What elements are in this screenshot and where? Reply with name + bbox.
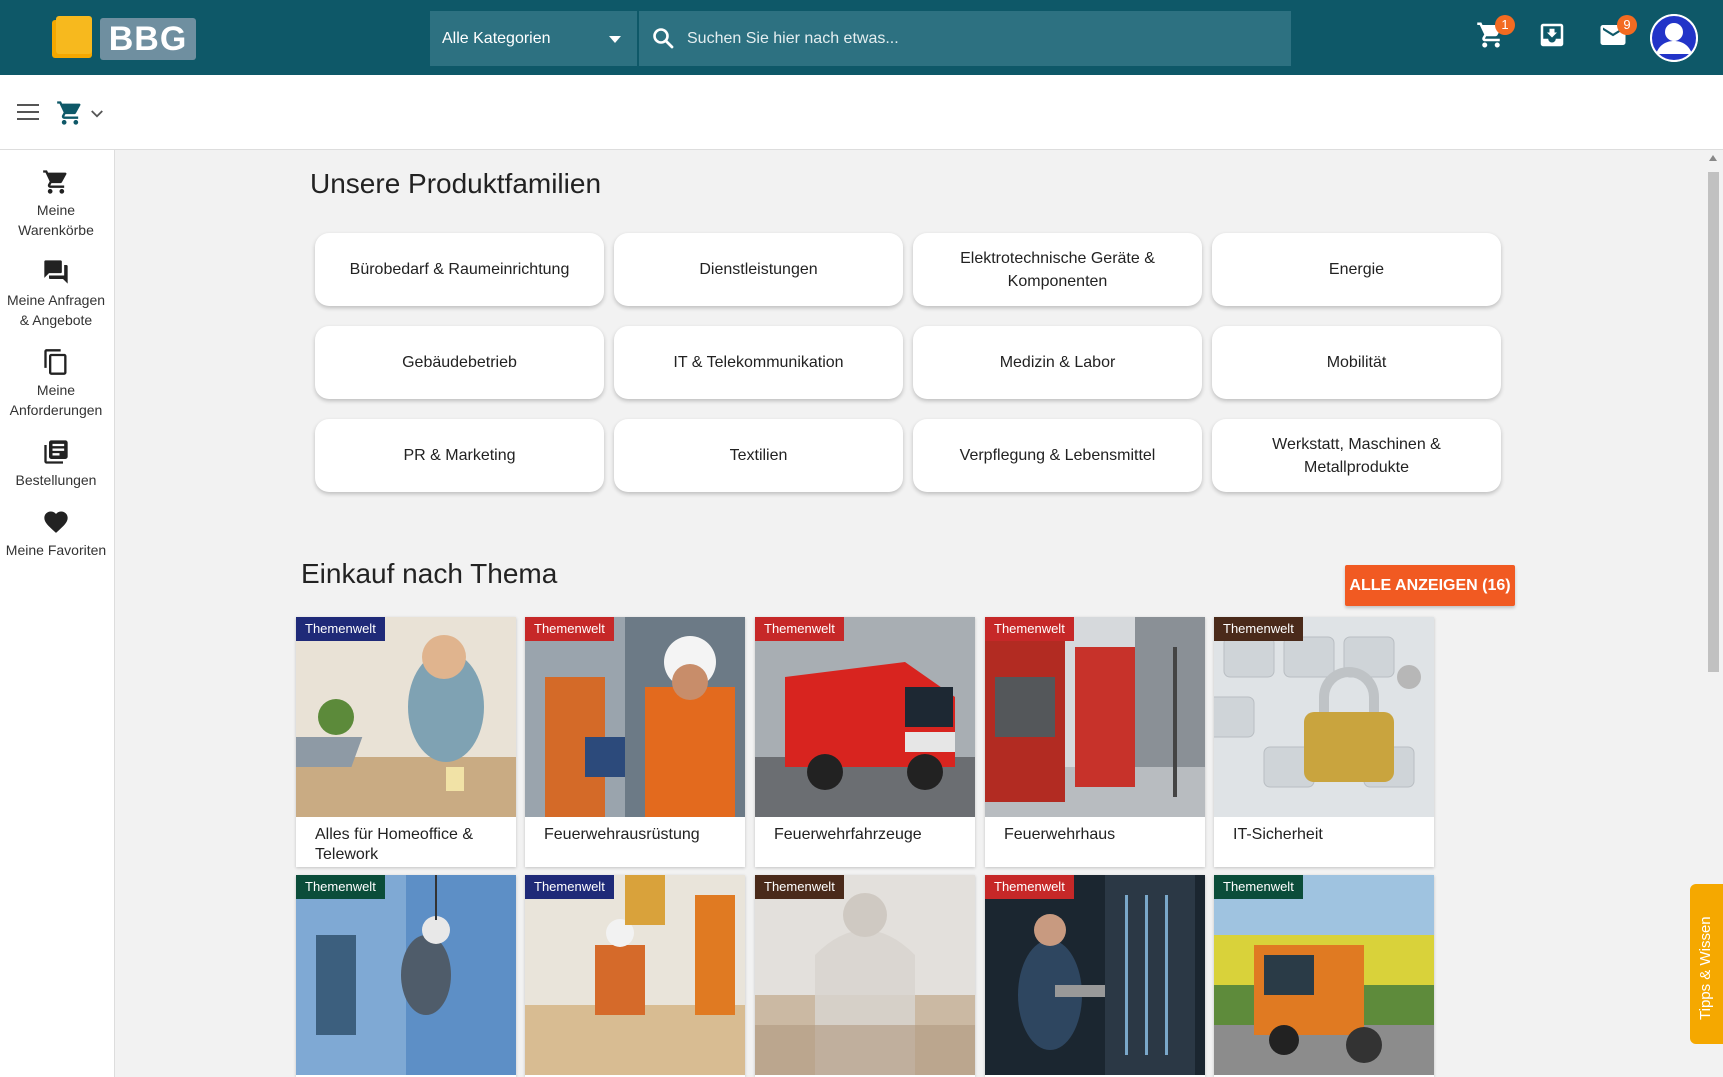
theme-card[interactable]: Themenwelt Feuerwehrausrüstung (525, 617, 745, 867)
sidebar-item-label: & Angebote (19, 312, 93, 328)
theme-card[interactable]: Themenwelt (755, 875, 975, 1077)
cart-badge: 1 (1495, 15, 1515, 35)
search-input[interactable] (687, 11, 1277, 66)
tips-tab[interactable]: Tipps & Wissen (1690, 884, 1723, 1044)
sidebar-item-label: Bestellungen (15, 472, 97, 488)
search-icon (653, 28, 674, 49)
sidebar-item-carts[interactable]: Meine Warenkörbe (0, 168, 112, 240)
theme-image (296, 875, 516, 1075)
sidebar-item-label: Meine Anfragen (6, 292, 106, 308)
copy-icon (44, 349, 67, 375)
cart-button[interactable]: 1 (1476, 15, 1515, 54)
sidebar-item-requirements[interactable]: Meine Anforderungen (0, 348, 112, 420)
family-button[interactable]: Bürobedarf & Raumeinrichtung (315, 233, 604, 306)
theme-card[interactable]: Themenwelt Feuerwehrhaus (985, 617, 1205, 867)
mail-badge: 9 (1617, 15, 1637, 35)
theme-tag: Themenwelt (755, 617, 844, 641)
family-button[interactable]: PR & Marketing (315, 419, 604, 492)
sidebar-item-label: Warenkörbe (18, 222, 94, 238)
family-button[interactable]: Medizin & Labor (913, 326, 1202, 399)
category-select-value: Alle Kategorien (442, 30, 551, 47)
library-books-icon (44, 440, 68, 464)
show-all-themes-button[interactable]: ALLE ANZEIGEN (16) (1345, 565, 1515, 606)
family-button[interactable]: Verpflegung & Lebensmittel (913, 419, 1202, 492)
theme-card[interactable]: Themenwelt IT-Sicherheit (1214, 617, 1434, 867)
theme-card[interactable]: Themenwelt (525, 875, 745, 1077)
theme-image (985, 617, 1205, 817)
theme-image (1214, 617, 1434, 817)
theme-tag: Themenwelt (985, 875, 1074, 899)
themes-title: Einkauf nach Thema (301, 558, 558, 589)
theme-tag: Themenwelt (525, 875, 614, 899)
theme-tag: Themenwelt (1214, 875, 1303, 899)
theme-card[interactable]: Themenwelt (985, 875, 1205, 1077)
heart-icon (44, 511, 68, 533)
family-button[interactable]: Elektrotechnische Geräte & Komponenten (913, 233, 1202, 306)
family-button[interactable]: IT & Telekommunikation (614, 326, 903, 399)
sidebar-item-requests[interactable]: Meine Anfragen & Angebote (0, 258, 112, 330)
theme-image (985, 875, 1205, 1075)
theme-label: Feuerwehrfahrzeuge (774, 826, 922, 843)
family-button[interactable]: Werkstatt, Maschinen & Metallprodukte (1212, 419, 1501, 492)
theme-card[interactable]: Themenwelt (296, 875, 516, 1077)
theme-tag: Themenwelt (1214, 617, 1303, 641)
sidebar-item-label: Anforderungen (9, 402, 103, 418)
theme-image (755, 875, 975, 1075)
theme-tag: Themenwelt (525, 617, 614, 641)
cart-icon (43, 170, 67, 194)
download-tray-icon (1540, 23, 1564, 47)
theme-tag: Themenwelt (985, 617, 1074, 641)
caret-down-icon (609, 36, 621, 43)
sidebar-item-label: Meine (36, 382, 76, 398)
user-avatar[interactable] (1650, 14, 1698, 62)
category-select[interactable]: Alle Kategorien (430, 11, 637, 66)
user-avatar-icon (1650, 14, 1698, 62)
family-button[interactable]: Dienstleistungen (614, 233, 903, 306)
messages-button[interactable]: 9 (1598, 15, 1637, 54)
sidebar-item-favorites[interactable]: Meine Favoriten (0, 508, 112, 560)
cart-icon (57, 101, 81, 125)
theme-label: IT-Sicherheit (1233, 826, 1323, 843)
theme-card[interactable]: Themenwelt Alles für Homeoffice & Telewo… (296, 617, 516, 867)
theme-image (525, 875, 745, 1075)
family-button[interactable]: Energie (1212, 233, 1501, 306)
sidebar-item-label: Meine (36, 202, 76, 218)
theme-image (1214, 875, 1434, 1075)
family-button[interactable]: Mobilität (1212, 326, 1501, 399)
theme-image (755, 617, 975, 817)
theme-tag: Themenwelt (296, 617, 385, 641)
search-box[interactable] (639, 11, 1291, 66)
menu-button[interactable] (16, 101, 40, 128)
theme-image (296, 617, 516, 817)
theme-image (525, 617, 745, 817)
downloads-button[interactable] (1537, 20, 1571, 54)
theme-label: Feuerwehrausrüstung (544, 826, 700, 843)
theme-card[interactable]: Themenwelt Feuerwehrfahrzeuge (755, 617, 975, 867)
theme-tag: Themenwelt (296, 875, 385, 899)
product-families-title: Unsere Produktfamilien (310, 168, 602, 199)
chevron-down-icon (91, 110, 103, 118)
theme-tag: Themenwelt (755, 875, 844, 899)
family-button[interactable]: Gebäudebetrieb (315, 326, 604, 399)
logo-square-front (56, 16, 92, 54)
tips-tab-label: Tipps & Wissen (1697, 916, 1714, 1020)
theme-label: Feuerwehrhaus (1004, 826, 1116, 843)
top-header: BBG Alle Kategorien 1 9 (0, 0, 1723, 75)
sidebar-item-label: Meine Favoriten (5, 542, 107, 558)
logo-text: BBG (100, 18, 196, 60)
cart-dropdown-button[interactable] (56, 99, 103, 132)
secondary-toolbar (0, 75, 1723, 150)
theme-label: Alles für Homeoffice & Telework (315, 826, 473, 863)
theme-card[interactable]: Themenwelt (1214, 875, 1434, 1077)
bbg-logo[interactable]: BBG (52, 16, 196, 60)
hamburger-menu-icon (17, 104, 39, 120)
scroll-up-arrow-icon[interactable] (1709, 155, 1717, 161)
chat-bubbles-icon (44, 260, 68, 284)
sidebar-item-orders[interactable]: Bestellungen (0, 438, 112, 490)
family-button[interactable]: Textilien (614, 419, 903, 492)
scrollbar-thumb[interactable] (1708, 172, 1719, 672)
left-sidebar: Meine Warenkörbe Meine Anfragen & Angebo… (0, 150, 115, 1077)
